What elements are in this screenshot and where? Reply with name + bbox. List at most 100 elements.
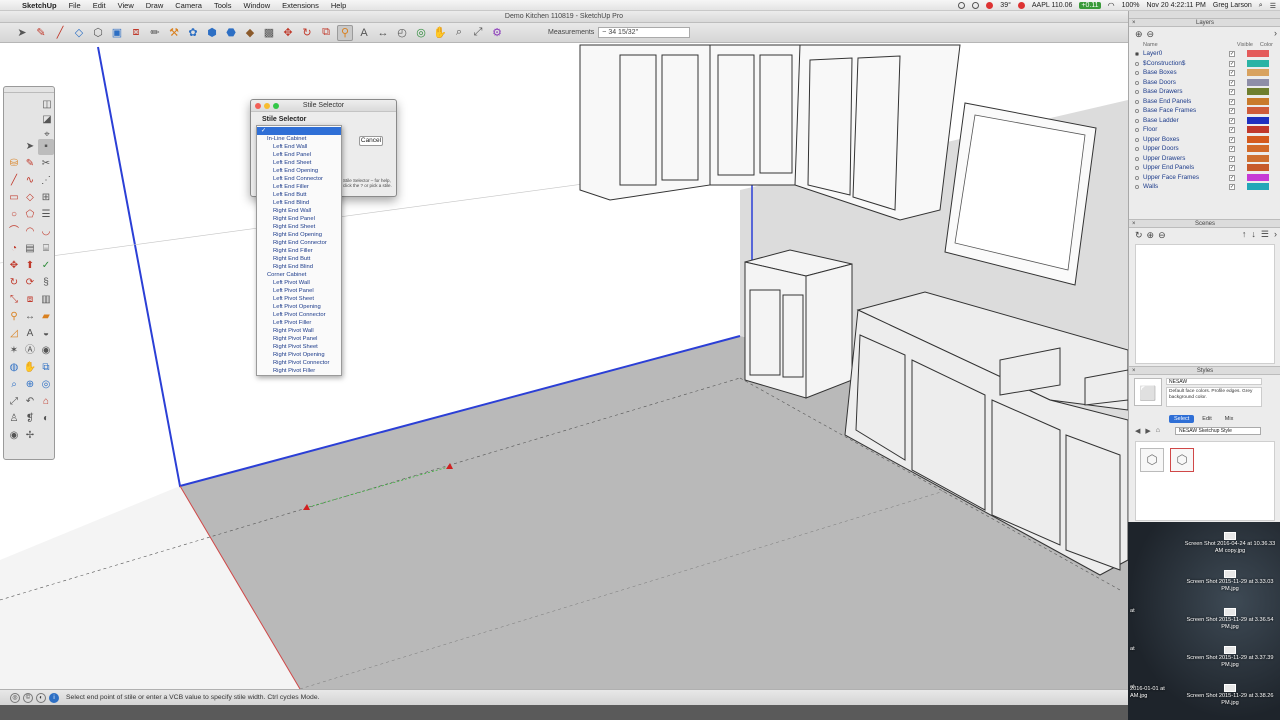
- status-icon[interactable]: [972, 2, 980, 9]
- layer-row[interactable]: Base Ladder ✓: [1129, 116, 1280, 126]
- menu-window[interactable]: Window: [237, 1, 276, 10]
- refresh-icon[interactable]: ↻: [1135, 230, 1143, 241]
- layer-name[interactable]: Walls: [1143, 182, 1158, 192]
- layer-row[interactable]: Upper Boxes ✓: [1129, 135, 1280, 145]
- scale-tool-icon[interactable]: ⧉: [318, 25, 334, 41]
- component-tool-icon[interactable]: ✿: [185, 25, 201, 41]
- layer-color-swatch[interactable]: [1247, 183, 1269, 190]
- stile-option[interactable]: Left Pivot Filler: [257, 319, 341, 327]
- offset-tool-icon[interactable]: ⧈: [22, 292, 38, 308]
- styles-panel-header[interactable]: × Styles: [1129, 367, 1280, 375]
- protractor-tool-icon[interactable]: ◿: [6, 326, 22, 342]
- dimension-tool-icon[interactable]: ↔: [22, 309, 38, 325]
- scale-tool-icon[interactable]: ⤡: [6, 292, 22, 308]
- minimize-icon[interactable]: [264, 103, 270, 109]
- shape-tool-icon[interactable]: ⬡: [90, 25, 106, 41]
- layer-color-swatch[interactable]: [1247, 78, 1269, 86]
- follow-me-tool-icon[interactable]: ⟳: [22, 275, 38, 291]
- desktop-file-partial-label[interactable]: AM.jpg: [1130, 693, 1147, 700]
- three-point-arc-icon[interactable]: ◡: [38, 224, 54, 240]
- layer-color-swatch[interactable]: [1247, 97, 1269, 105]
- layer-row[interactable]: Layer0 ✓: [1129, 49, 1280, 59]
- look-around-tool-icon[interactable]: ◪: [40, 112, 54, 127]
- move-up-icon[interactable]: ↑: [1242, 229, 1247, 240]
- layer-color-swatch[interactable]: [1247, 69, 1269, 76]
- stile-option[interactable]: Left End Sheet: [257, 159, 341, 167]
- make-component-icon[interactable]: ▪: [38, 139, 54, 155]
- pan-tool-icon[interactable]: ✋: [22, 360, 38, 376]
- walk-tool-icon[interactable]: ◫: [40, 97, 54, 112]
- layer-visible-checkbox[interactable]: ✓: [1229, 127, 1235, 133]
- move-down-icon[interactable]: ↓: [1251, 229, 1256, 240]
- text-tool-icon[interactable]: A: [22, 326, 38, 342]
- delete-layer-icon[interactable]: ⊖: [1147, 29, 1155, 40]
- list-icon[interactable]: ☰: [1270, 2, 1276, 10]
- layer-color-swatch[interactable]: [1247, 59, 1269, 67]
- paint-bucket-icon[interactable]: ⛁: [6, 156, 22, 172]
- style-name-field[interactable]: NESAW: [1166, 378, 1262, 385]
- zoom-window-icon[interactable]: ⊕: [22, 377, 38, 393]
- walk-tool-icon[interactable]: ♙: [6, 411, 22, 427]
- add-scene-icon[interactable]: ⊕: [1147, 230, 1155, 241]
- paint-tool-icon[interactable]: ◆: [242, 25, 258, 41]
- stile-option[interactable]: Left End Panel: [257, 151, 341, 159]
- sandbox-icon[interactable]: ◒: [38, 326, 54, 342]
- menu-extensions[interactable]: Extensions: [276, 1, 325, 10]
- desktop-file[interactable]: Screen Shot 2015-11-29 at 3.37.39 PM.jpg: [1182, 646, 1278, 668]
- layer-visible-checkbox[interactable]: ✓: [1229, 89, 1235, 95]
- stile-option[interactable]: Right Pivot Filler: [257, 367, 341, 375]
- layer-color-swatch[interactable]: [1247, 135, 1269, 143]
- eraser-tool-icon[interactable]: ✎: [22, 156, 38, 172]
- record-icon[interactable]: [986, 2, 994, 9]
- style-swatch[interactable]: ⬡: [1140, 448, 1164, 472]
- stile-option[interactable]: Right End Wall: [257, 207, 341, 215]
- layer-row[interactable]: Upper End Panels ✓: [1129, 163, 1280, 173]
- rectangle-tool-icon[interactable]: ▭: [6, 190, 22, 206]
- col-color[interactable]: Color: [1253, 41, 1273, 49]
- warehouse-icon[interactable]: ⌂: [38, 394, 54, 410]
- stile-option[interactable]: Left End Opening: [257, 167, 341, 175]
- desktop-file-partial-label[interactable]: 2016-01-01 at: [1130, 686, 1165, 693]
- layer-name[interactable]: Upper Boxes: [1143, 135, 1179, 145]
- pie-tool-icon[interactable]: ◔: [6, 241, 22, 257]
- active-layer-radio[interactable]: [1135, 128, 1139, 132]
- stile-option[interactable]: Right End Filler: [257, 247, 341, 255]
- move-tool-icon[interactable]: ✥: [6, 258, 22, 274]
- layer-color-swatch[interactable]: [1247, 164, 1269, 171]
- active-layer-radio[interactable]: [1135, 175, 1139, 180]
- eye-icon[interactable]: ◉: [38, 343, 54, 359]
- tab-edit[interactable]: Edit: [1197, 415, 1216, 423]
- active-layer-radio[interactable]: [1135, 118, 1139, 123]
- cabinet-tool-icon[interactable]: ⬢: [204, 25, 220, 41]
- desktop-file[interactable]: Screen Shot 2015-11-29 at 3.33.03 PM.jpg: [1182, 570, 1278, 592]
- layer-visible-checkbox[interactable]: ✓: [1229, 117, 1235, 124]
- home-icon[interactable]: ⌂: [1156, 427, 1160, 435]
- active-layer-radio[interactable]: [1135, 80, 1139, 85]
- stile-option[interactable]: Left Pivot Opening: [257, 303, 341, 311]
- zoom-extents-icon[interactable]: ⤢: [6, 394, 22, 410]
- zoom-tool-icon[interactable]: ⌕: [6, 377, 22, 393]
- stile-option[interactable]: Right End Butt: [257, 255, 341, 263]
- desktop-file-partial-label[interactable]: at: [1130, 646, 1135, 653]
- dimension-tool-icon[interactable]: ↔: [375, 25, 391, 41]
- col-visible[interactable]: Visible: [1213, 41, 1253, 49]
- zoom-extents-icon[interactable]: ⤢: [470, 25, 486, 41]
- tape-measure-icon[interactable]: ⚲: [6, 309, 22, 325]
- door-tool-icon[interactable]: ⬣: [223, 25, 239, 41]
- user-icon[interactable]: ◐: [36, 692, 46, 703]
- offset-tool-icon[interactable]: ⧈: [128, 25, 144, 41]
- remove-scene-icon[interactable]: ⊖: [1158, 230, 1166, 241]
- info-icon[interactable]: i: [49, 692, 59, 703]
- stile-option[interactable]: Left Pivot Connector: [257, 311, 341, 319]
- text-tool-icon[interactable]: A: [356, 25, 372, 41]
- layer-row[interactable]: Base Face Frames ✓: [1129, 106, 1280, 116]
- layer-name[interactable]: Upper Drawers: [1143, 154, 1185, 164]
- geo-icon[interactable]: ◎: [38, 377, 54, 393]
- active-layer-radio[interactable]: [1135, 109, 1139, 113]
- polygon-tool-icon[interactable]: ⬠: [22, 207, 38, 223]
- layer-name[interactable]: Base Boxes: [1143, 68, 1177, 78]
- stock-ticker[interactable]: AAPL 110.06: [1032, 2, 1072, 9]
- scenes-panel-header[interactable]: × Scenes: [1129, 220, 1280, 228]
- status-icon[interactable]: [958, 2, 966, 9]
- active-layer-radio[interactable]: [1135, 71, 1139, 75]
